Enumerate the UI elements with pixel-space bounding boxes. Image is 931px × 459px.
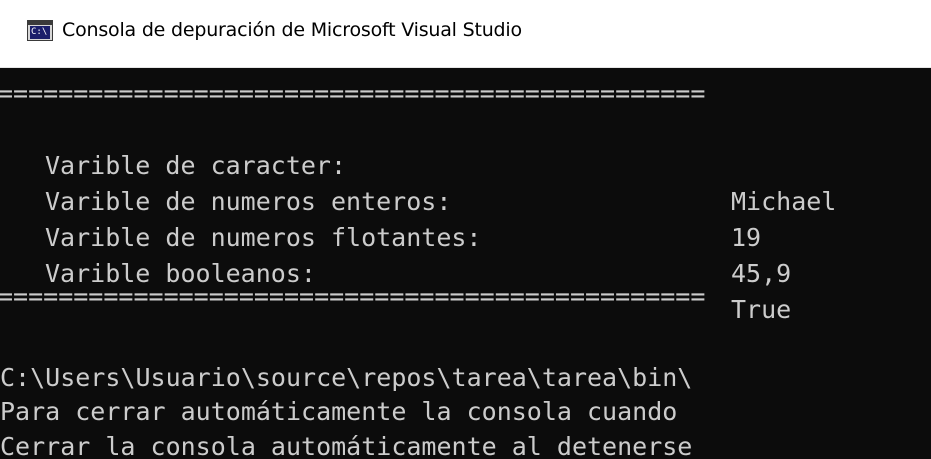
output-line-close-debug: Cerrar la consola automáticamente al det…: [0, 432, 693, 459]
output-row-character: Varible de caracter: Michael: [0, 112, 931, 216]
title-bar[interactable]: C:\ Consola de depuración de Microsoft V…: [0, 0, 931, 68]
separator-top: ========================================…: [0, 79, 706, 108]
row-value: 45,9: [731, 259, 792, 288]
window-title: Consola de depuración de Microsoft Visua…: [62, 19, 522, 41]
output-row-float: Varible de numeros flotantes: 45,9: [0, 184, 931, 288]
output-row-boolean: Varible booleanos: True: [0, 220, 931, 324]
console-app-icon[interactable]: C:\: [27, 20, 53, 41]
icon-screen: C:\: [30, 26, 50, 39]
icon-title-strip: [28, 21, 52, 25]
console-window: C:\ Consola de depuración de Microsoft V…: [0, 0, 931, 459]
output-line-close-hint: Para cerrar automáticamente la consola c…: [0, 397, 678, 426]
separator-bottom: ========================================…: [0, 282, 706, 311]
output-line-path: C:\Users\Usuario\source\repos\tarea\tare…: [0, 363, 693, 392]
console-output[interactable]: ========================================…: [0, 69, 931, 459]
output-row-integer: Varible de numeros enteros: 19: [0, 148, 931, 252]
row-value: True: [731, 295, 792, 324]
